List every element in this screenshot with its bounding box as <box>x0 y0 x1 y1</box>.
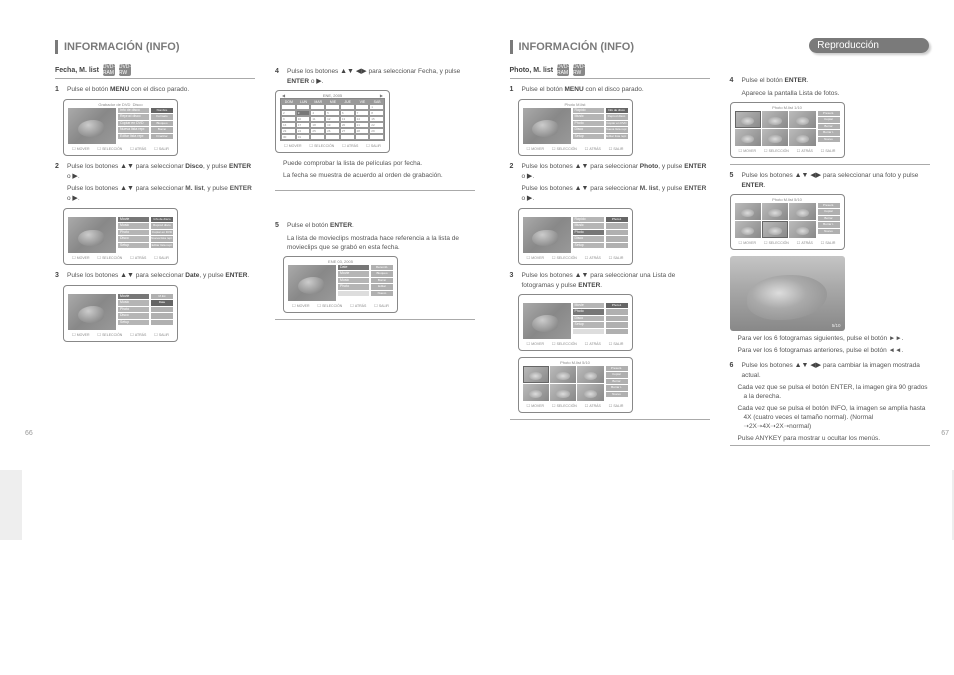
page-number-right: 67 <box>941 430 949 437</box>
step-1: 1 Pulse el botón MENU con el disco parad… <box>55 85 255 95</box>
r-step-4: 4 Pulse el botón ENTER. <box>730 76 930 86</box>
arrow-cluster-icon: ▲▼ ◀▶ <box>340 68 367 75</box>
right-page: 67 Reproducción INFORMACIÓN (INFO) Photo… <box>510 40 935 452</box>
dvd-rw-icon: DVD-RW <box>119 64 131 76</box>
left-page: 66 INFORMACIÓN (INFO) Fecha, M. list DVD… <box>55 40 480 452</box>
thumbnail-icon <box>523 108 571 144</box>
arrow-nav-icon: ▲▼ ◀▶ <box>795 362 822 369</box>
thumbnail-icon <box>523 217 571 253</box>
section-title: Photo, M. list <box>510 67 554 74</box>
step-3: 3 Pulse los botones ▲▼ para seleccionar … <box>55 271 255 281</box>
screen-mock-5: ENE 03, 2005 Date Movie Music Photo Reno… <box>283 256 398 313</box>
page-title: INFORMACIÓN (INFO) <box>64 41 179 53</box>
bullet: La fecha se muestra de acuerdo al orden … <box>283 171 475 180</box>
dvd-rw-icon: DVD-RW <box>573 64 585 76</box>
step-2: 2 Pulse los botones ▲▼ para seleccionar … <box>55 162 255 182</box>
screen-mock-3: Movie Music Photo Disco Setup M.list Dat… <box>63 285 178 342</box>
r-step-1: 1 Pulse el botón MENU con el disco parad… <box>510 85 710 95</box>
page-header-left: INFORMACIÓN (INFO) <box>55 40 480 54</box>
r-thumbgrid-4: Photo M.list 1/10 Present. Copiar Borrar… <box>730 102 845 158</box>
page-number-left: 66 <box>25 430 33 437</box>
left-col-2: 4 Pulse los botones ▲▼ ◀▶ para seleccion… <box>275 64 475 348</box>
r-step-2: 2 Pulse los botones ▲▼ para seleccionar … <box>510 162 710 182</box>
screen-mock-2: Movie Music Photo Disco Setup Info de di… <box>63 208 178 265</box>
step-5-desc: La lista de movieclips mostrada hace ref… <box>287 234 475 252</box>
chapter-banner: Reproducción <box>809 38 929 53</box>
screen-mock-1: Grabador de DVD Disco Info de disco Repr… <box>63 99 178 156</box>
r-screen-1: Photo M.list Rápido Music Photo Disco Se… <box>518 99 633 156</box>
step-5: 5 Pulse el botón ENTER. <box>275 221 475 231</box>
dvd-ram-icon: DVD-RAM <box>557 64 569 76</box>
thumbnail-icon <box>68 108 116 144</box>
right-icon: ▶ <box>72 173 77 180</box>
r-thumbgrid-5: Photo M.list 5/10 Present. Copiar Borrar… <box>730 194 845 250</box>
step-4: 4 Pulse los botones ▲▼ ◀▶ para seleccion… <box>275 67 475 87</box>
header-bar-icon <box>55 40 58 54</box>
header-bar-icon <box>510 40 513 54</box>
r-screen-2: Rápido Music Photo Disco Setup Photo1 MO… <box>518 208 633 265</box>
right-col-2: 4 Pulse el botón ENTER. Aparece la panta… <box>730 64 930 452</box>
right-col-1: Photo, M. list DVD-RAM DVD-RW 1 Pulse el… <box>510 64 710 452</box>
r-step-3: 3 Pulse los botones ▲▼ para seleccionar … <box>510 271 710 290</box>
section-head: Fecha, M. list DVD-RAM DVD-RW <box>55 64 255 76</box>
bullet: Puede comprobar la lista de películas po… <box>283 159 475 168</box>
left-thumb-tab <box>0 470 22 540</box>
r-thumbgrid-3: Photo M.list 5/10 Present. Copiar Borrar… <box>518 357 633 413</box>
page-title: INFORMACIÓN (INFO) <box>519 41 634 53</box>
section-title: Fecha, M. list <box>55 67 99 74</box>
photo-preview: 5/10 <box>730 256 845 331</box>
r-step-5: 5 Pulse los botones ▲▼ ◀▶ para seleccion… <box>730 171 930 190</box>
thumbnail-icon <box>523 303 571 339</box>
calendar-mock: ◀ENE, 2005▶ DOM LUN MAR MIE JUE VIE SAB … <box>275 90 390 153</box>
thumbnail-icon <box>68 217 116 253</box>
up-down-icon: ▲▼ <box>120 163 134 170</box>
dvd-ram-icon: DVD-RAM <box>103 64 115 76</box>
thumbnail-icon <box>288 265 336 301</box>
r-step-6: 6 Pulse los botones ▲▼ ◀▶ para cambiar l… <box>730 361 930 380</box>
thumbnail-icon <box>68 294 116 330</box>
r-screen-3a: Movie Photo Disco Setup Photo1 MOVER <box>518 294 633 351</box>
left-col: Fecha, M. list DVD-RAM DVD-RW 1 Pulse el… <box>55 64 255 348</box>
